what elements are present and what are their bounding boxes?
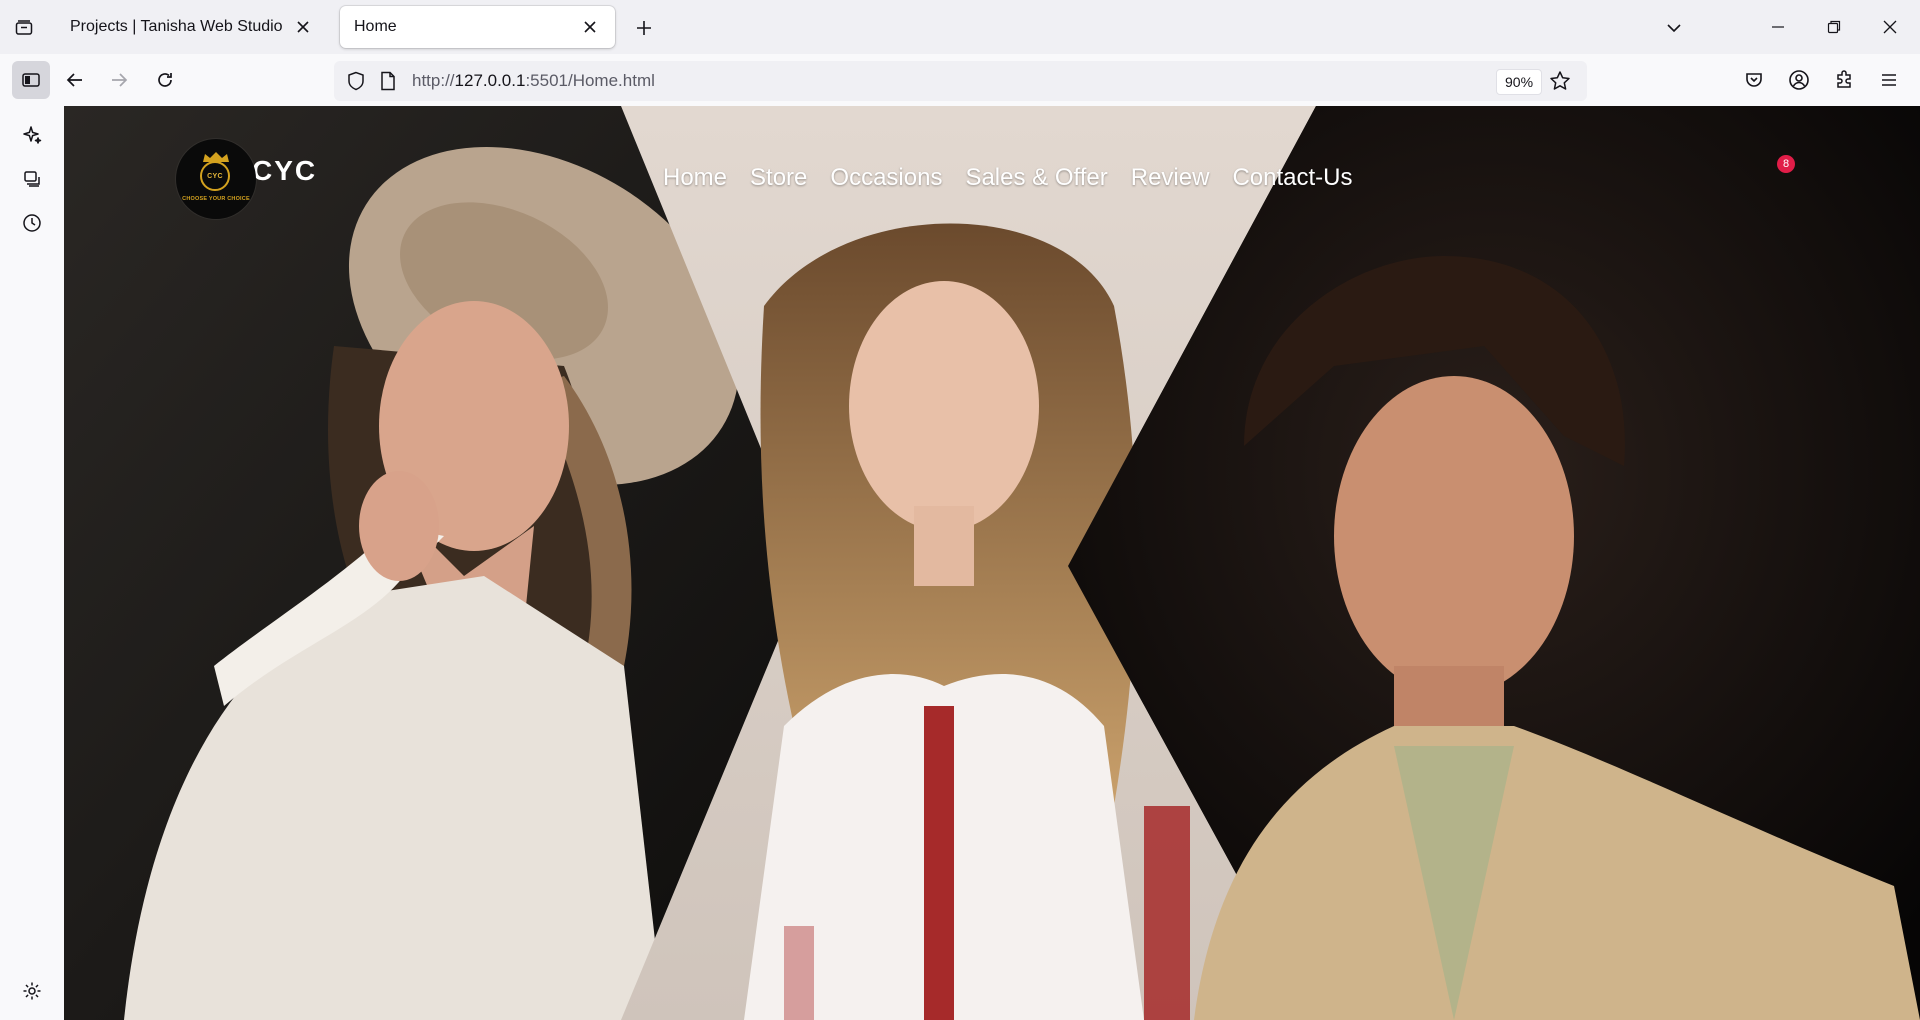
nav-sales-offer[interactable]: Sales & Offer: [965, 164, 1107, 192]
close-icon: [1883, 20, 1897, 34]
logo-emblem: CYC CHOOSE YOUR CHOICE: [176, 139, 256, 219]
browser-sidebar: [0, 106, 65, 1020]
nav-home[interactable]: Home: [663, 164, 727, 192]
reload-button[interactable]: [146, 61, 184, 99]
page-viewport: CYC CHOOSE YOUR CHOICE CYC Home Store Oc…: [64, 106, 1920, 1020]
url-text[interactable]: http://127.0.0.1:5501/Home.html: [412, 71, 655, 91]
synced-tabs-icon: [22, 169, 42, 189]
ai-chatbot-button[interactable]: [13, 116, 51, 154]
site-logo[interactable]: CYC CHOOSE YOUR CHOICE CYC: [176, 139, 317, 219]
account-button[interactable]: [1780, 61, 1818, 99]
sidebar-settings-button[interactable]: [13, 972, 51, 1010]
tab-list-icon: [14, 18, 34, 38]
star-icon[interactable]: [1548, 69, 1572, 93]
history-button[interactable]: [13, 204, 51, 242]
minimize-button[interactable]: [1750, 0, 1806, 54]
minimize-icon: [1771, 20, 1785, 34]
logo-tagline: CHOOSE YOUR CHOICE: [182, 196, 250, 202]
tab-home[interactable]: Home: [340, 6, 615, 48]
back-arrow-icon: [65, 70, 85, 90]
account-icon: [1788, 69, 1810, 91]
girl-face-shape: [849, 281, 1039, 531]
close-icon[interactable]: [292, 16, 314, 38]
page-icon[interactable]: [376, 69, 400, 93]
nav-store[interactable]: Store: [750, 164, 807, 192]
shield-icon[interactable]: [344, 69, 368, 93]
nav-contact-us[interactable]: Contact-Us: [1232, 164, 1352, 192]
reload-icon: [155, 70, 175, 90]
logo-ring: CYC: [200, 161, 230, 191]
logo-mark: CYC: [207, 172, 223, 180]
extensions-icon: [1834, 70, 1854, 90]
brand-name: CYC: [252, 155, 318, 186]
tab-list-button[interactable]: [8, 12, 40, 44]
back-button[interactable]: [56, 61, 94, 99]
forward-arrow-icon: [109, 70, 129, 90]
ai-sparkle-icon: [22, 125, 42, 145]
main-nav: Home Store Occasions Sales & Offer Revie…: [663, 164, 1376, 192]
hero-banner: [64, 106, 1920, 1020]
new-tab-button[interactable]: [628, 12, 660, 44]
pocket-icon: [1744, 70, 1764, 90]
nav-occasions[interactable]: Occasions: [830, 164, 942, 192]
plus-icon: [635, 19, 653, 37]
restore-icon: [1827, 20, 1841, 34]
sidebar-icon: [21, 70, 41, 90]
man-face-shape: [1334, 376, 1574, 696]
synced-tabs-button[interactable]: [13, 160, 51, 198]
pocket-button[interactable]: [1735, 61, 1773, 99]
close-window-button[interactable]: [1862, 0, 1918, 54]
list-all-tabs-button[interactable]: [1658, 12, 1690, 44]
sidebar-toggle-button[interactable]: [12, 61, 50, 99]
gear-icon: [22, 981, 42, 1001]
app-menu-button[interactable]: [1870, 61, 1908, 99]
menu-icon: [1880, 71, 1898, 89]
url-scheme: http://: [412, 71, 455, 90]
address-bar[interactable]: http://127.0.0.1:5501/Home.html 90%: [334, 61, 1587, 101]
forward-button[interactable]: [100, 61, 138, 99]
tab-title: Home: [354, 18, 397, 35]
restore-button[interactable]: [1806, 0, 1862, 54]
close-icon[interactable]: [579, 16, 601, 38]
chevron-down-icon: [1665, 19, 1683, 37]
tab-title: Projects | Tanisha Web Studio: [70, 18, 283, 35]
nav-toolbar: http://127.0.0.1:5501/Home.html 90%: [0, 54, 1920, 107]
tab-strip: Projects | Tanisha Web Studio Home: [0, 0, 1920, 54]
extensions-button[interactable]: [1825, 61, 1863, 99]
url-path: :5501/Home.html: [525, 71, 655, 90]
url-host: 127.0.0.1: [454, 71, 526, 90]
nav-review[interactable]: Review: [1131, 164, 1210, 192]
history-icon: [22, 213, 42, 233]
tab-projects[interactable]: Projects | Tanisha Web Studio: [56, 6, 328, 48]
cart-count-badge[interactable]: 8: [1777, 155, 1795, 173]
zoom-level-badge[interactable]: 90%: [1496, 69, 1543, 95]
